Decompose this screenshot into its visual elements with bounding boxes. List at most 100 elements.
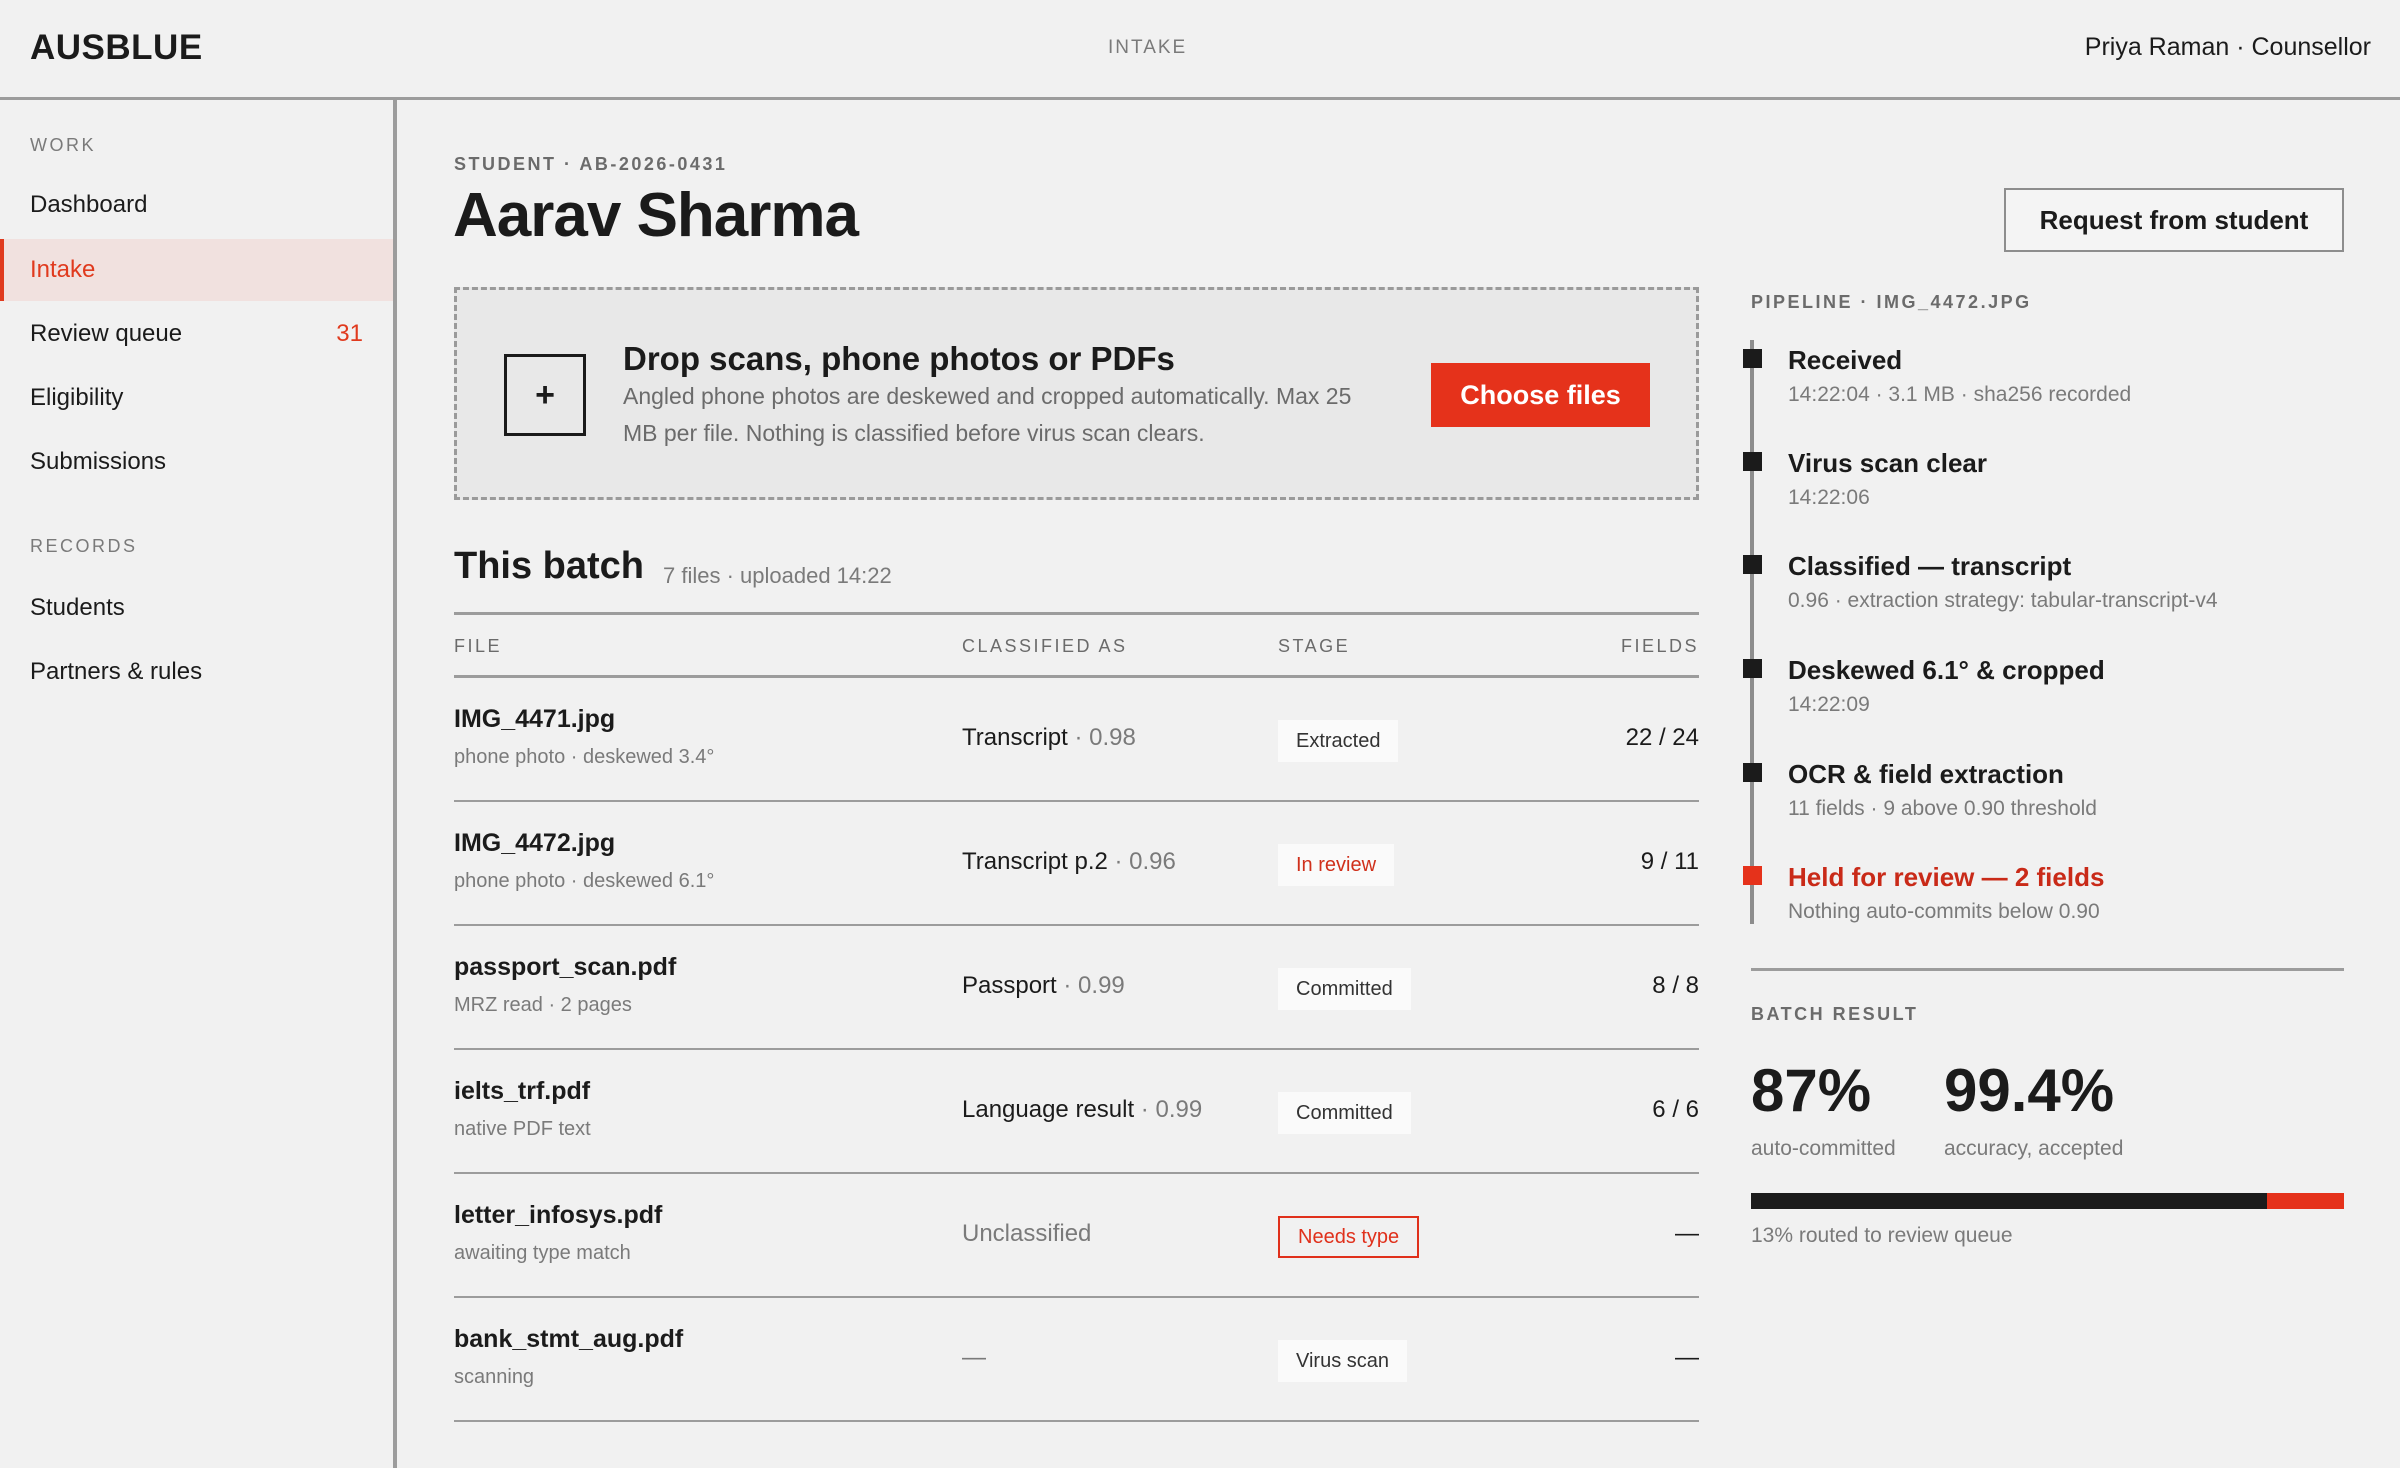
step-detail: 14:22:04 · 3.1 MB · sha256 recorded xyxy=(1788,383,2132,406)
step-marker-icon xyxy=(1743,349,1762,368)
section-title: INTAKE xyxy=(1108,37,1188,58)
classification-confidence: · 0.98 xyxy=(1067,724,1136,751)
sidebar-item-label: Submissions xyxy=(30,448,167,475)
classification-confidence: · 0.99 xyxy=(1134,1096,1203,1123)
classified-as: Transcript p.2 · 0.96 xyxy=(962,848,1176,876)
file-subtitle: phone photo · deskewed 3.4° xyxy=(454,746,715,768)
auto-committed-value: 87% xyxy=(1751,1057,1872,1124)
step-detail: 14:22:06 xyxy=(1788,486,1870,509)
file-dropzone[interactable]: + Drop scans, phone photos or PDFs Angle… xyxy=(454,287,1699,500)
classification-label: Transcript p.2 xyxy=(962,848,1108,875)
file-name[interactable]: letter_infosys.pdf xyxy=(454,1201,662,1230)
column-header-fields: FIELDS xyxy=(1620,636,1699,656)
table-row[interactable]: IMG_4472.jpg phone photo · deskewed 6.1° T… xyxy=(454,802,1699,926)
brand-logo[interactable]: AUSBLUE xyxy=(30,28,203,68)
review-count-badge: 31 xyxy=(336,320,363,347)
step-marker-icon xyxy=(1743,555,1762,574)
step-title: OCR & field extraction xyxy=(1788,759,2064,789)
file-name[interactable]: IMG_4471.jpg xyxy=(454,705,615,734)
user-menu[interactable]: Priya Raman · Counsellor xyxy=(2085,33,2371,62)
sidebar-item-label: Eligibility xyxy=(30,384,124,411)
step-marker-icon xyxy=(1743,866,1762,885)
fields-count: 6 / 6 xyxy=(1652,1096,1699,1123)
file-subtitle: native PDF text xyxy=(454,1118,591,1140)
request-from-student-button[interactable]: Request from student xyxy=(2004,188,2344,252)
step-title: Virus scan clear xyxy=(1788,448,1987,478)
classification-label: Unclassified xyxy=(962,1220,1092,1247)
stage-badge: Committed xyxy=(1278,968,1411,1010)
plus-icon: + xyxy=(504,354,586,436)
classification-label: — xyxy=(962,1344,986,1371)
sidebar-item-partners-rules[interactable]: Partners & rules xyxy=(0,641,393,703)
fields-count: — xyxy=(1675,1344,1699,1371)
review-routing-note: 13% routed to review queue xyxy=(1751,1224,2013,1247)
sidebar-item-dashboard[interactable]: Dashboard xyxy=(0,174,393,236)
sidebar-item-label: Intake xyxy=(30,256,96,283)
sidebar-item-review-queue[interactable]: Review queue 31 xyxy=(0,303,393,365)
file-subtitle: scanning xyxy=(454,1366,535,1388)
fields-count: — xyxy=(1675,1220,1699,1247)
sidebar-item-label: Partners & rules xyxy=(30,658,203,685)
table-header: FILE CLASSIFIED AS STAGE FIELDS xyxy=(454,612,1699,678)
file-name[interactable]: IMG_4472.jpg xyxy=(454,829,615,858)
column-header-file: FILE xyxy=(454,636,503,656)
table-row[interactable]: IMG_4471.jpgphone photo · deskewed 3.4° T… xyxy=(454,678,1699,802)
stage-badge[interactable]: Needs type xyxy=(1278,1216,1420,1258)
accuracy-label: accuracy, accepted xyxy=(1944,1137,2124,1160)
choose-files-button[interactable]: Choose files xyxy=(1431,363,1650,427)
step-marker-icon xyxy=(1743,452,1762,471)
sidebar-item-label: Review queue xyxy=(30,320,183,347)
accuracy-value: 99.4% xyxy=(1944,1057,2115,1124)
file-name[interactable]: bank_stmt_aug.pdf xyxy=(454,1325,683,1354)
step-detail: 11 fields · 9 above 0.90 threshold xyxy=(1788,797,2097,820)
column-header-classified: CLASSIFIED AS xyxy=(962,636,1128,656)
file-subtitle: MRZ read · 2 pages xyxy=(454,994,632,1016)
sidebar-item-eligibility[interactable]: Eligibility xyxy=(0,367,393,429)
file-subtitle: awaiting type match xyxy=(454,1242,631,1264)
step-marker-icon xyxy=(1743,659,1762,678)
sidebar-item-students[interactable]: Students xyxy=(0,577,393,639)
sidebar-item-label: Students xyxy=(30,594,125,621)
dropzone-title: Drop scans, phone photos or PDFs xyxy=(623,340,1175,377)
step-title: Received xyxy=(1788,345,1903,375)
stage-badge: Virus scan xyxy=(1278,1340,1408,1382)
classification-confidence: · 0.99 xyxy=(1056,972,1125,999)
file-name[interactable]: passport_scan.pdf xyxy=(454,953,676,982)
classification-label: Passport xyxy=(962,972,1057,999)
student-id-eyebrow: STUDENT · AB-2026-0431 xyxy=(454,154,728,174)
pipeline-track xyxy=(1750,340,1754,924)
classification-label: Language result xyxy=(962,1096,1135,1123)
step-marker-icon xyxy=(1743,763,1762,782)
auto-commit-progress-bar xyxy=(1751,1193,2344,1209)
batch-table: FILE CLASSIFIED AS STAGE FIELDS IMG_4471… xyxy=(454,612,1699,1422)
page-title: Aarav Sharma xyxy=(453,181,859,250)
table-row[interactable]: ielts_trf.pdfnative PDF text Language res… xyxy=(454,1050,1699,1174)
sidebar: WORK Dashboard Intake Review queue 31 El… xyxy=(0,100,397,1468)
step-title: Deskewed 6.1° & cropped xyxy=(1788,655,2105,685)
table-row[interactable]: bank_stmt_aug.pdf scanning — Virus scan — xyxy=(454,1298,1699,1422)
column-header-stage: STAGE xyxy=(1278,636,1351,656)
step-detail: 0.96 · extraction strategy: tabular-tran… xyxy=(1788,589,2218,612)
step-title: Held for review — 2 fields xyxy=(1788,862,2105,892)
file-name[interactable]: ielts_trf.pdf xyxy=(454,1077,590,1106)
step-detail: 14:22:09 xyxy=(1788,693,1870,716)
sidebar-item-intake[interactable]: Intake xyxy=(0,239,393,301)
step-detail: Nothing auto-commits below 0.90 xyxy=(1788,900,2100,923)
sidebar-heading-work: WORK xyxy=(30,135,96,155)
dropzone-description: Angled phone photos are deskewed and cro… xyxy=(623,383,1352,446)
table-row[interactable]: passport_scan.pdf MRZ read · 2 pages Passp… xyxy=(454,926,1699,1050)
stage-badge: Committed xyxy=(1278,1092,1411,1134)
batch-meta: 7 files · uploaded 14:22 xyxy=(663,563,892,588)
table-row[interactable]: letter_infosys.pdf awaiting type match Unc… xyxy=(454,1174,1699,1298)
batch-result-heading: BATCH RESULT xyxy=(1751,1004,1919,1024)
sidebar-item-submissions[interactable]: Submissions xyxy=(0,431,393,493)
classified-as: Unclassified xyxy=(962,1220,1091,1248)
divider xyxy=(1751,968,2344,971)
classified-as: Language result · 0.99 xyxy=(962,1096,1202,1124)
classified-as: Passport · 0.99 xyxy=(962,972,1125,1000)
fields-count: 8 / 8 xyxy=(1652,972,1699,999)
pipeline-heading: PIPELINE · IMG_4472.JPG xyxy=(1751,292,2032,312)
fields-count: 9 / 11 xyxy=(1640,848,1699,875)
classification-label: Transcript xyxy=(962,724,1068,751)
auto-committed-label: auto-committed xyxy=(1751,1137,1896,1160)
